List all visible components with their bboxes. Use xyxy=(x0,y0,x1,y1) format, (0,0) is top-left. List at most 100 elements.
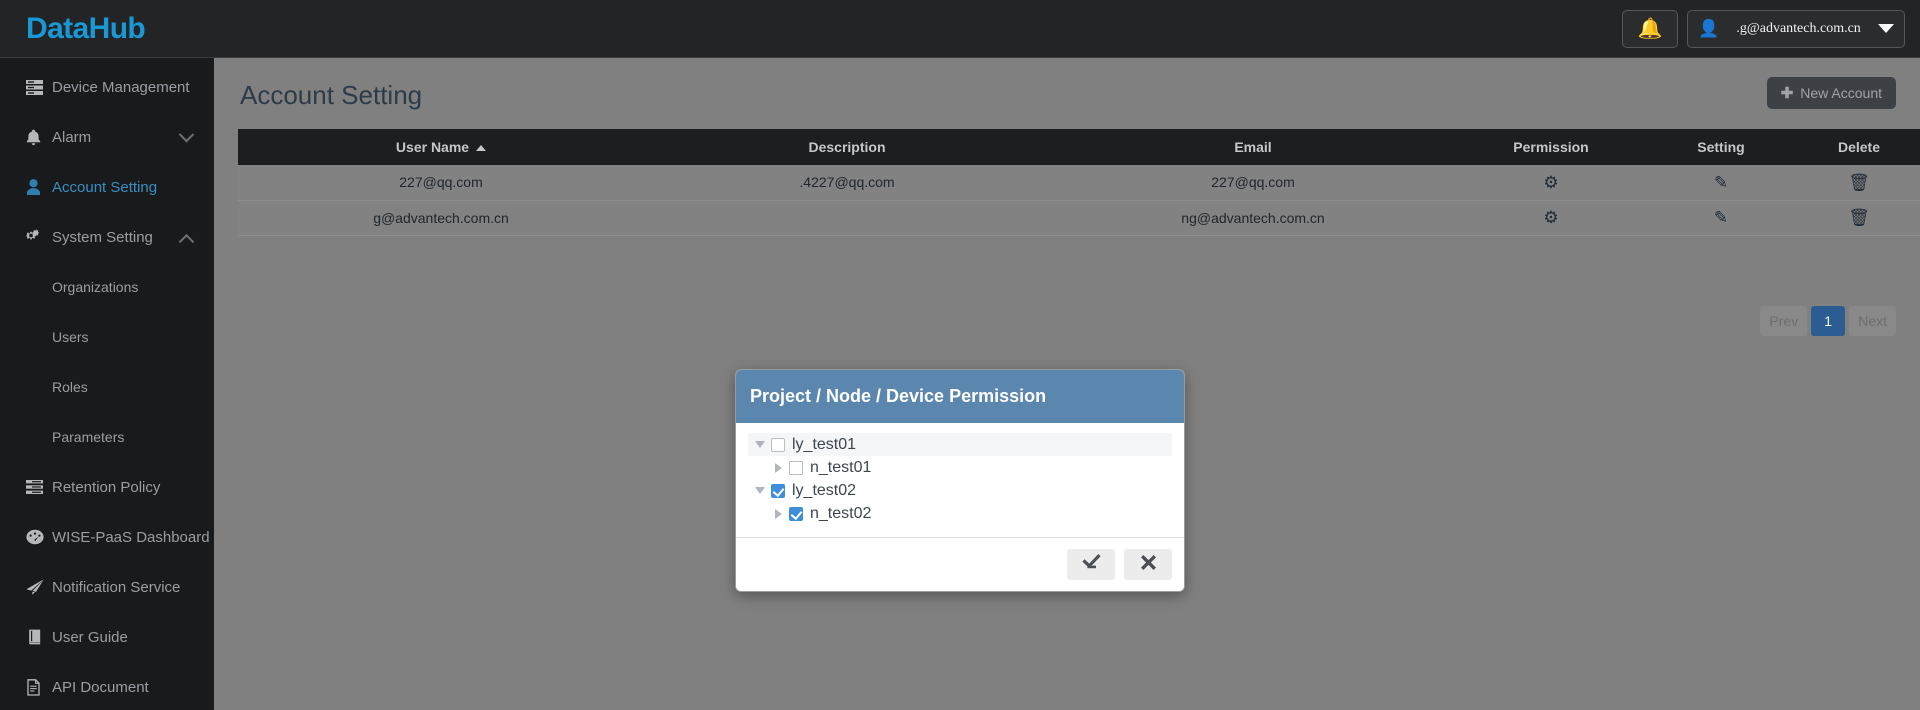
tree-node-n_test01[interactable]: n_test01 xyxy=(748,456,1172,479)
tree-checkbox[interactable] xyxy=(789,506,803,521)
sort-ascending-icon xyxy=(476,145,487,152)
sidebar-item-system-setting[interactable]: System Setting xyxy=(0,212,214,262)
sidebar-item-organizations[interactable]: Organizations xyxy=(0,262,214,312)
brand-logo[interactable]: DataHub xyxy=(0,0,214,58)
sidebar-item-label: Parameters xyxy=(52,429,125,445)
chevron-up-icon xyxy=(178,233,195,250)
table-header: User Name Description Email Permission S… xyxy=(238,129,1920,165)
triangle-down-icon[interactable] xyxy=(752,441,768,448)
sidebar-item-device-management[interactable]: Device Management xyxy=(0,62,214,112)
trash-icon[interactable]: 🗑 xyxy=(1848,208,1870,227)
trash-icon[interactable]: 🗑 xyxy=(1848,173,1870,192)
cell-description: .4227@qq.com xyxy=(644,165,1050,201)
cell-setting: ✎ xyxy=(1646,200,1796,236)
table-body: 227@qq.com .4227@qq.com 227@qq.com ⚙ ✎ 🗑… xyxy=(238,165,1920,236)
brand-name: DataHub xyxy=(26,11,146,45)
cell-user-name: 227@qq.com xyxy=(238,165,644,201)
sidebar: Device Management Alarm Account Setting … xyxy=(0,58,214,710)
column-header-user-name[interactable]: User Name xyxy=(238,129,644,165)
page-title: Account Setting xyxy=(240,80,423,110)
cell-user-name: g@advantech.com.cn xyxy=(238,200,644,236)
sidebar-item-account-setting[interactable]: Account Setting xyxy=(0,162,214,212)
sidebar-item-label: Notification Service xyxy=(52,578,181,596)
tree-checkbox[interactable] xyxy=(771,483,785,498)
close-x-icon xyxy=(1140,554,1156,575)
server-icon xyxy=(26,79,52,95)
paper-plane-icon xyxy=(26,579,52,595)
column-header-setting: Setting xyxy=(1646,129,1796,165)
sidebar-item-user-guide[interactable]: User Guide xyxy=(0,612,214,662)
save-check-icon xyxy=(1081,554,1101,575)
cell-permission: ⚙ xyxy=(1456,200,1646,236)
sidebar-item-users[interactable]: Users xyxy=(0,312,214,362)
new-account-label: New Account xyxy=(1800,85,1882,101)
pencil-icon[interactable]: ✎ xyxy=(1714,173,1728,192)
cell-delete: 🗑 xyxy=(1796,200,1920,236)
sidebar-item-api-document[interactable]: API Document xyxy=(0,662,214,710)
notification-bell-button[interactable]: 🔔 xyxy=(1622,9,1678,48)
modal-confirm-button[interactable] xyxy=(1067,549,1115,580)
gear-icon[interactable]: ⚙ xyxy=(1543,173,1558,192)
tree-node-ly_test01[interactable]: ly_test01 xyxy=(748,433,1172,456)
tree-node-n_test02[interactable]: n_test02 xyxy=(748,502,1172,525)
pagination-prev-button[interactable]: Prev xyxy=(1760,306,1808,336)
cell-permission: ⚙ xyxy=(1456,165,1646,201)
pagination-page-1[interactable]: 1 xyxy=(1811,306,1846,336)
cell-delete: 🗑 xyxy=(1796,165,1920,201)
modal-header: Project / Node / Device Permission xyxy=(736,370,1184,423)
accounts-table: User Name Description Email Permission S… xyxy=(238,129,1920,236)
cell-email: ng@advantech.com.cn xyxy=(1050,200,1456,236)
sidebar-item-alarm[interactable]: Alarm xyxy=(0,112,214,162)
sidebar-item-label: System Setting xyxy=(52,228,153,246)
table-row: g@advantech.com.cn ng@advantech.com.cn ⚙… xyxy=(238,200,1920,236)
sidebar-item-label: API Document xyxy=(52,678,149,696)
cell-description xyxy=(644,200,1050,236)
column-header-delete: Delete xyxy=(1796,129,1920,165)
tree-checkbox[interactable] xyxy=(789,460,803,475)
caret-down-icon xyxy=(1878,24,1894,33)
column-label: Description xyxy=(808,139,886,155)
sidebar-item-wise-paas-dashboard[interactable]: WISE-PaaS Dashboard xyxy=(0,512,214,562)
sidebar-item-retention-policy[interactable]: Retention Policy xyxy=(0,462,214,512)
sidebar-item-label: Retention Policy xyxy=(52,478,161,496)
column-label: Setting xyxy=(1697,139,1745,155)
dashboard-icon xyxy=(26,529,52,545)
tree-node-label: n_test02 xyxy=(810,504,872,522)
new-account-button[interactable]: ✚ New Account xyxy=(1766,77,1896,109)
cell-email: 227@qq.com xyxy=(1050,165,1456,201)
triangle-right-icon[interactable] xyxy=(770,462,786,473)
pagination-next-button[interactable]: Next xyxy=(1849,306,1896,336)
app-root: DataHub 🔔 👤 .g@advantech.com.cn Device M… xyxy=(0,0,1920,710)
sidebar-item-label: Users xyxy=(52,329,89,345)
modal-cancel-button[interactable] xyxy=(1124,549,1172,580)
triangle-right-icon[interactable] xyxy=(770,508,786,519)
triangle-down-icon[interactable] xyxy=(752,487,768,494)
modal-body: ly_test01 n_test01 ly_test02 n_test02 xyxy=(736,423,1184,537)
tree-checkbox[interactable] xyxy=(771,437,785,452)
tree-node-ly_test02[interactable]: ly_test02 xyxy=(748,479,1172,502)
column-header-permission: Permission xyxy=(1456,129,1646,165)
gear-icon[interactable]: ⚙ xyxy=(1543,208,1558,227)
sidebar-item-label: Device Management xyxy=(52,78,190,96)
modal-footer xyxy=(736,537,1184,591)
sidebar-item-label: Roles xyxy=(52,379,88,395)
sidebar-item-roles[interactable]: Roles xyxy=(0,362,214,412)
permission-modal: Project / Node / Device Permission ly_te… xyxy=(735,369,1185,592)
tree-node-label: ly_test01 xyxy=(792,435,857,453)
user-menu-button[interactable]: 👤 .g@advantech.com.cn xyxy=(1687,9,1905,48)
top-bar: DataHub 🔔 👤 .g@advantech.com.cn xyxy=(0,0,1920,58)
pencil-icon[interactable]: ✎ xyxy=(1714,208,1728,227)
user-icon: 👤 xyxy=(1698,19,1720,38)
sidebar-item-notification-service[interactable]: Notification Service xyxy=(0,562,214,612)
bell-icon xyxy=(26,129,52,146)
sidebar-item-parameters[interactable]: Parameters xyxy=(0,412,214,462)
sidebar-item-label: Alarm xyxy=(52,128,92,146)
file-icon xyxy=(26,678,52,696)
column-header-email[interactable]: Email xyxy=(1050,129,1456,165)
book-icon xyxy=(26,629,52,645)
gears-icon xyxy=(26,229,52,245)
cell-setting: ✎ xyxy=(1646,165,1796,201)
column-header-description[interactable]: Description xyxy=(644,129,1050,165)
table-header-row: User Name Description Email Permission S… xyxy=(238,129,1920,165)
plus-icon: ✚ xyxy=(1780,85,1794,102)
